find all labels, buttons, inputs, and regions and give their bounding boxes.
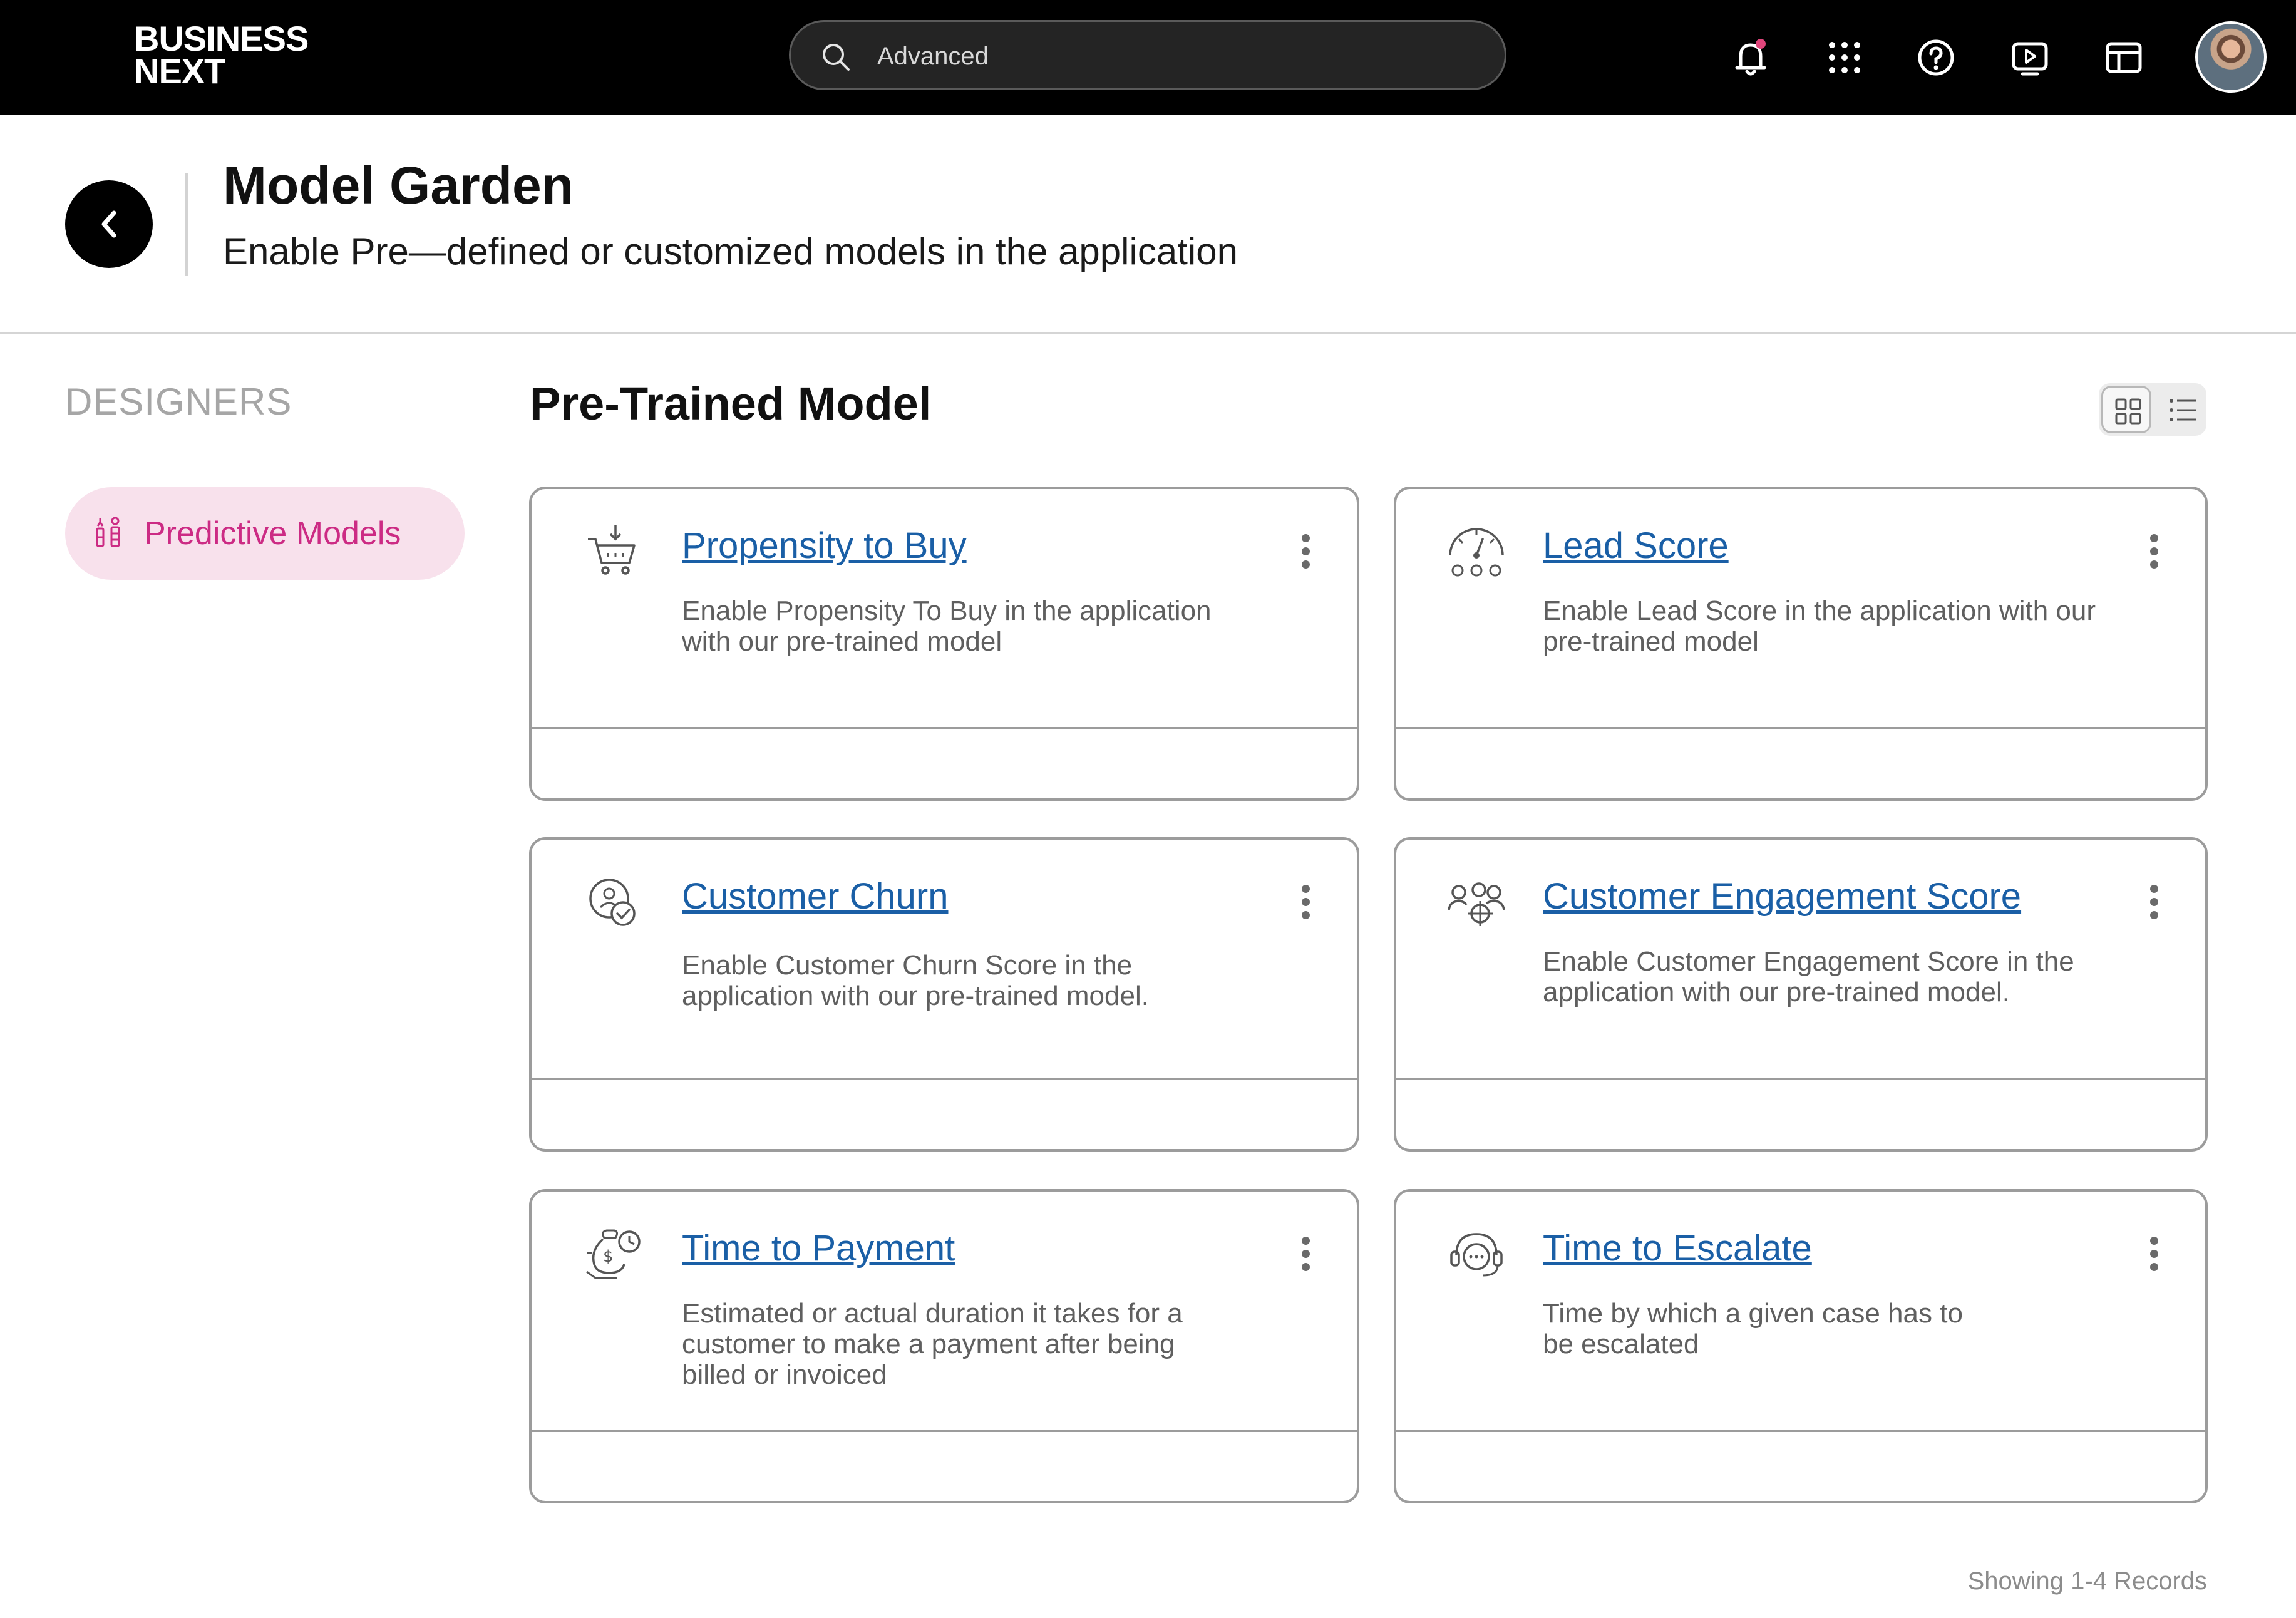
card-title-link[interactable]: Propensity to Buy [682,524,967,568]
model-card-time-to-payment: $ Time to Payment Estimated or actual du… [529,1189,1359,1503]
more-options-icon[interactable] [1302,534,1310,569]
engagement-icon [1448,882,1505,926]
card-footer [1396,727,2205,798]
money-clock-icon: $ [586,1229,641,1279]
model-card-customer-engagement-score: Customer Engagement Score Enable Custome… [1394,837,2208,1152]
section-title: Pre-Trained Model [530,378,932,430]
model-card-customer-churn: Customer Churn Enable Customer Churn Sco… [529,837,1359,1152]
card-description: Enable Customer Engagement Score in the … [1543,946,2074,1007]
gauge-icon [1449,528,1504,577]
records-count: Showing 1-4 Records [1967,1567,2207,1595]
card-description: Enable Propensity To Buy in the applicat… [682,595,1212,657]
card-footer [532,727,1357,798]
top-bar: BUSINESS NEXT Advanced [0,0,2296,115]
card-description: Enable Customer Churn Score in the appli… [682,950,1149,1011]
card-title-link[interactable]: Customer Churn [682,875,948,919]
card-footer [1396,1078,2205,1149]
model-card-lead-score: Lead Score Enable Lead Score in the appl… [1394,487,2208,801]
card-description: Estimated or actual duration it takes fo… [682,1298,1183,1390]
card-footer [532,1430,1357,1501]
user-avatar[interactable] [2195,21,2267,93]
search-icon [823,44,850,71]
card-description: Enable Lead Score in the application wit… [1543,595,2096,657]
card-title-link[interactable]: Lead Score [1543,524,1729,568]
search-input[interactable]: Advanced [877,41,989,72]
search-bar[interactable]: Advanced [789,20,1506,90]
card-description: Time by which a given case has to be esc… [1543,1298,1963,1359]
view-toggle [2099,383,2206,436]
svg-text:$: $ [603,1247,614,1266]
more-options-icon[interactable] [2150,534,2159,569]
chevron-left-icon [101,210,116,238]
layout-icon[interactable] [2098,31,2150,84]
page-header: Model Garden Enable Pre—defined or custo… [0,115,2296,334]
grid-view-button[interactable] [2101,386,2151,433]
card-title-link[interactable]: Time to Escalate [1543,1227,1812,1270]
business-next-logo[interactable]: BUSINESS NEXT [134,21,309,89]
shopping-cart-icon [588,525,636,575]
predictive-models-icon [96,517,120,547]
customer-churn-icon [589,879,636,926]
model-card-time-to-escalate: Time to Escalate Time by which a given c… [1394,1189,2208,1503]
sidebar-heading: DESIGNERS [65,381,292,423]
card-title-link[interactable]: Time to Payment [682,1227,955,1270]
video-icon[interactable] [2004,31,2056,84]
more-options-icon[interactable] [2150,885,2159,920]
apps-grid-icon[interactable] [1818,31,1871,84]
list-view-button[interactable] [2161,386,2205,433]
card-footer [532,1078,1357,1149]
page-subtitle: Enable Pre—defined or customized models … [223,230,1238,272]
card-footer [1396,1430,2205,1501]
model-card-propensity-to-buy: Propensity to Buy Enable Propensity To B… [529,487,1359,801]
card-title-link[interactable]: Customer Engagement Score [1543,875,2021,919]
back-button[interactable] [65,180,153,268]
sidebar-item-predictive-models[interactable]: Predictive Models [65,487,465,580]
help-icon[interactable] [1910,31,1962,84]
grid-view-icon [2115,398,2141,425]
sidebar-item-label: Predictive Models [144,515,401,552]
bell-icon[interactable] [1724,31,1777,84]
more-options-icon[interactable] [1302,885,1310,920]
page-title: Model Garden [223,156,574,215]
list-view-icon [2170,399,2196,421]
support-headset-icon [1450,1233,1503,1277]
more-options-icon[interactable] [2150,1237,2159,1272]
more-options-icon[interactable] [1302,1237,1310,1272]
header-divider [185,173,188,276]
